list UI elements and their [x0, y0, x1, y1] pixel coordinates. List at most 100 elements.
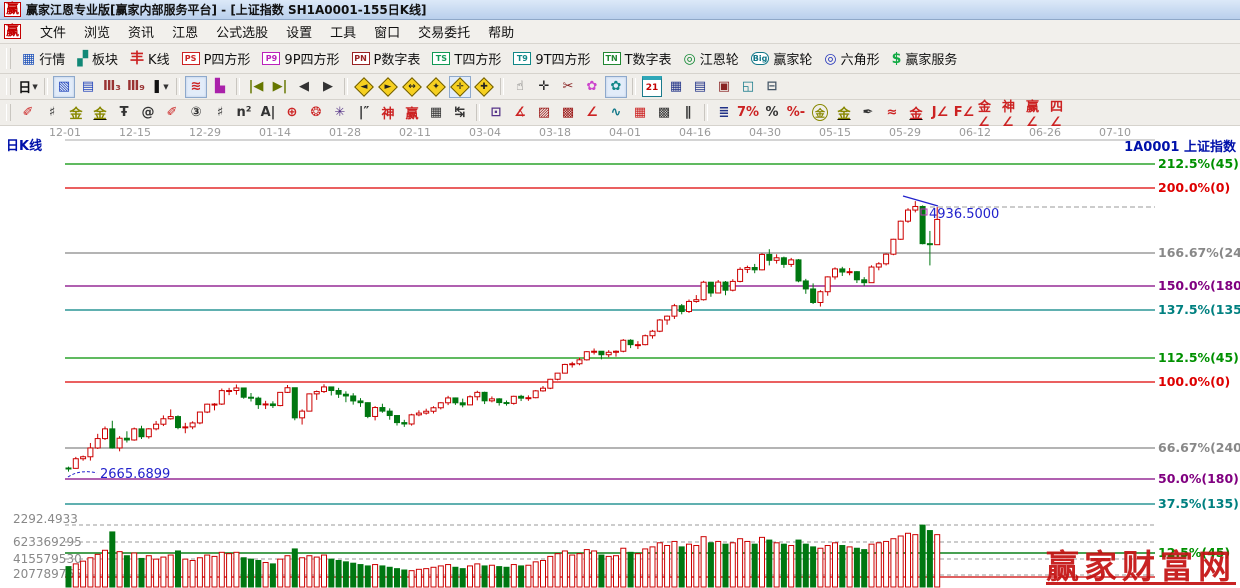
gold-circle-icon[interactable]: 金	[809, 102, 831, 124]
9p-square-button[interactable]: P99P四方形	[256, 47, 345, 70]
brush2-tool-icon[interactable]: ✐	[161, 102, 183, 124]
ying-grid-icon[interactable]: 赢	[401, 102, 423, 124]
fibo-f-icon[interactable]: Ŧ	[113, 102, 135, 124]
gold-lines-icon[interactable]: 金	[833, 102, 855, 124]
sectors-button[interactable]: ▞板块	[71, 47, 124, 70]
fan-box-icon[interactable]: ▨	[533, 102, 555, 124]
pan-hand-icon[interactable]: ☝	[509, 76, 531, 98]
menu-item-帮助[interactable]: 帮助	[479, 20, 523, 43]
toolbar-handle[interactable]	[6, 48, 11, 68]
p-table-button[interactable]: PNP数字表	[346, 47, 427, 70]
menu-item-公式选股[interactable]: 公式选股	[207, 20, 277, 43]
angle-ying-icon[interactable]: 赢∠	[1025, 102, 1047, 124]
angle-line-icon[interactable]: ∠	[581, 102, 603, 124]
notepad-icon[interactable]: ▤	[689, 76, 711, 98]
span-measure-icon[interactable]: ↹	[449, 102, 471, 124]
gold-ratio2-icon[interactable]: 金	[89, 102, 111, 124]
kline-chart-canvas[interactable]: 日K线1A0001 上证指数12-0112-1512-2901-1401-280…	[0, 126, 1240, 588]
profile-chart-icon[interactable]: ▙	[209, 76, 231, 98]
gold-ratio-icon[interactable]: 金	[65, 102, 87, 124]
hexagon-button[interactable]: ◎六角形	[818, 47, 885, 70]
gann-compress-icon[interactable]: ✦	[425, 76, 447, 98]
angle-j-icon[interactable]: J∠	[929, 102, 951, 124]
step-forward-icon[interactable]: ▶	[317, 76, 339, 98]
export-image-icon[interactable]: ◱	[737, 76, 759, 98]
angle-shen-icon[interactable]: 神∠	[1001, 102, 1023, 124]
angle-gold-icon[interactable]: 金∠	[977, 102, 999, 124]
first-bar-icon[interactable]: |◀	[245, 76, 267, 98]
menu-item-交易委托[interactable]: 交易委托	[409, 20, 479, 43]
last-bar-icon[interactable]: ▶|	[269, 76, 291, 98]
toolbar-handle[interactable]	[6, 104, 11, 122]
price-ladder-icon[interactable]: ≣	[713, 102, 735, 124]
gann-shift-right-icon[interactable]: ►	[377, 76, 399, 98]
gann-cross-icon[interactable]: ✚	[473, 76, 495, 98]
toolbar-handle[interactable]	[6, 78, 11, 96]
n-squared-icon[interactable]: n²	[233, 102, 255, 124]
grid-123-icon[interactable]: ▦	[425, 102, 447, 124]
gann-wheel-button[interactable]: ◎江恩轮	[678, 47, 745, 70]
t-square-button[interactable]: TST四方形	[426, 47, 507, 70]
title-bar[interactable]: 赢 赢家江恩专业版[赢家内部服务平台] - [上证指数 SH1A0001-155…	[0, 0, 1240, 20]
ink-marker-icon[interactable]: ✒	[857, 102, 879, 124]
kline-button[interactable]: 丰K线	[124, 47, 176, 70]
spider-web-icon[interactable]: ✳	[329, 102, 351, 124]
gann-expand-icon[interactable]: ↔	[401, 76, 423, 98]
chart-layout-icon[interactable]: ▧	[53, 76, 75, 98]
crosshair-icon[interactable]: ✛	[533, 76, 555, 98]
percent7-icon[interactable]: 7%	[737, 102, 759, 124]
info-f10-icon[interactable]: ▤	[77, 76, 99, 98]
wave-a-icon[interactable]: ≈	[881, 102, 903, 124]
menu-item-浏览[interactable]: 浏览	[75, 20, 119, 43]
zigzag-wave-icon[interactable]: ∿	[605, 102, 627, 124]
grid-ruler-icon[interactable]: ♯	[41, 102, 63, 124]
brush-tool-icon[interactable]: ✐	[17, 102, 39, 124]
gann-shift-left-icon[interactable]: ◄	[353, 76, 375, 98]
fan-lines-icon[interactable]: ∡	[509, 102, 531, 124]
grid-dark-icon[interactable]: ▩	[653, 102, 675, 124]
ruler2-icon[interactable]: ♯	[209, 102, 231, 124]
shen-grid-icon[interactable]: 神	[377, 102, 399, 124]
gann-compass-icon[interactable]: ⊕	[281, 102, 303, 124]
menu-item-资讯[interactable]: 资讯	[119, 20, 163, 43]
cycle-circle-icon[interactable]: ③	[185, 102, 207, 124]
select-region-icon[interactable]: ⊡	[485, 102, 507, 124]
menu-item-设置[interactable]: 设置	[277, 20, 321, 43]
period-day-dropdown[interactable]: 日▼	[17, 76, 39, 98]
menu-item-江恩[interactable]: 江恩	[163, 20, 207, 43]
trend-tool-icon[interactable]: ≋	[185, 76, 207, 98]
gann-wheel-small-icon[interactable]: ❂	[305, 102, 327, 124]
winner-service-button[interactable]: $赢家服务	[886, 47, 964, 70]
angle-f-icon[interactable]: F∠	[953, 102, 975, 124]
menu-item-窗口[interactable]: 窗口	[365, 20, 409, 43]
save-icon[interactable]: ▣	[713, 76, 735, 98]
percent-icon[interactable]: %	[761, 102, 783, 124]
spiral-icon[interactable]: @	[137, 102, 159, 124]
gann-net-pink-icon[interactable]: ✿	[581, 76, 603, 98]
calendar-icon[interactable]: 21	[642, 76, 662, 97]
step-back-icon[interactable]: ◀	[293, 76, 315, 98]
ma3-icon[interactable]: Ⅲ₃	[101, 76, 123, 98]
menu-item-文件[interactable]: 文件	[31, 20, 75, 43]
ma9-icon[interactable]: Ⅲ₉	[125, 76, 147, 98]
shade-box-icon[interactable]: ▩	[557, 102, 579, 124]
t-table-button[interactable]: TNT数字表	[597, 47, 678, 70]
gann-net-teal-icon[interactable]: ✿	[605, 76, 627, 98]
menu-item-工具[interactable]: 工具	[321, 20, 365, 43]
parallel-lines-icon[interactable]: ∥	[677, 102, 699, 124]
9t-square-button[interactable]: T99T四方形	[507, 47, 596, 70]
tick-marks-icon[interactable]: |″	[353, 102, 375, 124]
mirror-icon[interactable]: A|	[257, 102, 279, 124]
winner-wheel-button[interactable]: Big赢家轮	[745, 47, 819, 70]
print-icon[interactable]: ⊟	[761, 76, 783, 98]
cut-data-icon[interactable]: ✂	[557, 76, 579, 98]
quotes-button[interactable]: ▦行情	[16, 47, 71, 70]
percent-line-icon[interactable]: %-	[785, 102, 807, 124]
calculator-icon[interactable]: ▦	[665, 76, 687, 98]
gold-red-icon[interactable]: 金	[905, 102, 927, 124]
angle-si-icon[interactable]: 四∠	[1049, 102, 1071, 124]
p-square-button[interactable]: PSP四方形	[176, 47, 257, 70]
gann-grid-icon[interactable]: ✛	[449, 76, 471, 98]
grid-red-icon[interactable]: ▦	[629, 102, 651, 124]
candle-style-dropdown[interactable]: ❚▼	[149, 76, 171, 98]
